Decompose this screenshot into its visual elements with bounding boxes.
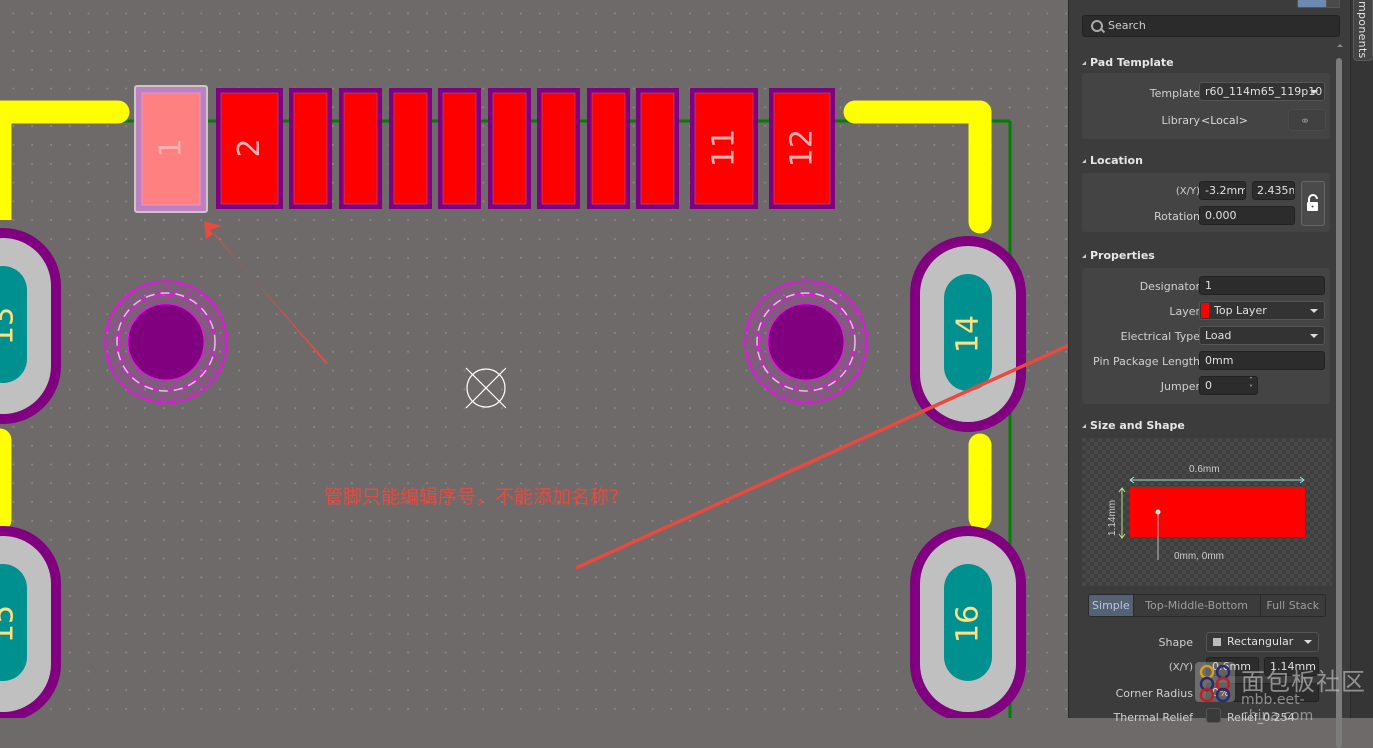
section-pad-template[interactable]: Pad Template <box>1082 56 1174 69</box>
tab-full-stack[interactable]: Full Stack <box>1261 595 1325 616</box>
search-input[interactable]: Search <box>1082 15 1340 37</box>
stack-mode-tabs: Simple Top-Middle-Bottom Full Stack <box>1088 594 1326 617</box>
through-hole-pad[interactable]: 13 <box>0 228 61 424</box>
collapse-triangle-icon <box>1082 254 1086 258</box>
pin-package-length-label: Pin Package Length <box>1093 355 1200 368</box>
layer-select[interactable]: Top Layer <box>1199 301 1325 320</box>
collapse-triangle-icon <box>1082 159 1086 163</box>
tab-top-middle-bottom[interactable]: Top-Middle-Bottom <box>1134 595 1261 616</box>
pad-shape-preview: 0.6mm 1.14mm 0mm, 0mm <box>1082 438 1332 586</box>
smd-pad[interactable] <box>438 88 481 209</box>
electrical-type-select[interactable]: Load <box>1199 326 1325 345</box>
section-properties[interactable]: Properties <box>1082 249 1155 262</box>
properties-body: Designator 1 Layer Top Layer Electrical … <box>1082 268 1330 404</box>
rotation-label: Rotation <box>1153 210 1200 223</box>
pin-package-length-input[interactable]: 0mm <box>1199 351 1325 370</box>
shape-label: Shape <box>1158 636 1193 649</box>
corner-radius-input[interactable]: 0% <box>1206 683 1319 702</box>
preview-height-label: 1.14mm <box>1107 500 1118 536</box>
smd-pad[interactable] <box>339 88 382 209</box>
pad-preview-drawing: 0.6mm 1.14mm 0mm, 0mm <box>1107 464 1305 562</box>
smd-pad-label: 2 <box>232 138 267 157</box>
search-icon <box>1091 20 1103 32</box>
section-size-and-shape[interactable]: Size and Shape <box>1082 419 1185 432</box>
collapse-triangle-icon <box>1082 61 1086 65</box>
size-y-input[interactable]: 1.14mm <box>1264 657 1319 676</box>
origin-marker-icon <box>465 367 507 409</box>
panel-filter-toggle[interactable] <box>1326 0 1340 8</box>
through-hole-pad[interactable]: 16 <box>910 526 1026 718</box>
tab-simple[interactable]: Simple <box>1089 595 1134 616</box>
lock-button[interactable] <box>1301 181 1325 226</box>
spinner-arrows-icon[interactable]: ˄ ˅ <box>1249 377 1253 393</box>
location-x-input[interactable]: -3.2mm <box>1199 181 1246 200</box>
corner-radius-label: Corner Radius <box>1115 687 1193 700</box>
shape-select[interactable]: Rectangular <box>1206 632 1319 652</box>
preview-width-label: 0.6mm <box>1189 464 1220 475</box>
annotation-text: 管脚只能编辑序号，不能添加名称? <box>324 486 620 508</box>
scrollbar-thumb[interactable] <box>1336 58 1342 748</box>
smd-pad[interactable] <box>488 88 531 209</box>
through-hole-pad[interactable]: 14 <box>910 236 1026 432</box>
designator-label: Designator <box>1139 280 1200 293</box>
smd-pad[interactable]: 12 <box>769 88 835 209</box>
smd-pad[interactable] <box>537 88 580 209</box>
size-x-input[interactable]: 0.6mm <box>1206 657 1259 676</box>
thermal-relief-checkbox[interactable] <box>1206 708 1221 723</box>
unlock-icon <box>1307 194 1318 211</box>
through-hole-pad-label: 16 <box>951 605 986 643</box>
smd-pad[interactable] <box>636 88 679 209</box>
smd-pad[interactable]: 11 <box>690 88 758 209</box>
shape-swatch-icon <box>1213 638 1221 646</box>
template-label: Template <box>1149 87 1200 100</box>
location-body: (X/Y) -3.2mm 2.435mm 0.000 Rotation <box>1082 173 1330 232</box>
link-icon: ⚭ <box>1300 114 1311 128</box>
jumper-spinner[interactable]: 0 ˄ ˅ <box>1199 376 1258 395</box>
components-side-tab[interactable]: Components <box>1353 0 1373 61</box>
location-xy-label: (X/Y) <box>1175 186 1200 197</box>
through-hole-pad-label: 13 <box>0 307 21 345</box>
pcb-drawing[interactable]: 1 2 11 12 13 1415 16 <box>0 0 1068 718</box>
layer-label: Layer <box>1169 305 1200 318</box>
section-location[interactable]: Location <box>1082 154 1143 167</box>
search-placeholder: Search <box>1108 19 1146 32</box>
layer-color-swatch <box>1201 303 1209 318</box>
pcb-canvas[interactable]: 1 2 11 12 13 14 15 16 管脚只能编辑序号，不能添加名称? <box>0 0 1068 718</box>
through-hole-pad-label: 14 <box>951 315 986 353</box>
location-y-input[interactable]: 2.435mm <box>1252 181 1295 200</box>
through-hole-pad-label: 15 <box>0 605 21 643</box>
rotation-input[interactable]: 0.000 <box>1199 206 1295 225</box>
mounting-hole-right[interactable] <box>744 280 868 404</box>
collapse-triangle-icon <box>1082 424 1086 428</box>
smd-pad[interactable] <box>587 88 630 209</box>
link-button[interactable]: ⚭ <box>1288 109 1326 131</box>
scroll-up-arrow-icon[interactable] <box>1337 44 1343 47</box>
panel-scrollbar[interactable] <box>1335 40 1345 748</box>
designator-input[interactable]: 1 <box>1199 276 1325 295</box>
electrical-type-label: Electrical Type <box>1120 330 1200 343</box>
template-select[interactable]: r60_114m65_119p10 <box>1199 82 1325 101</box>
library-value: <Local> <box>1201 114 1248 127</box>
pad-template-body: Template r60_114m65_119p10 Library <Loca… <box>1082 73 1330 139</box>
properties-panel: Search Pad Template Template r60_114m65_… <box>1068 0 1351 748</box>
size-xy-label: (X/Y) <box>1168 662 1193 673</box>
library-label: Library <box>1161 114 1200 127</box>
preview-origin-label: 0mm, 0mm <box>1174 551 1224 562</box>
smd-pad[interactable]: 1 <box>134 85 208 213</box>
smd-pad-label: 1 <box>154 138 189 157</box>
through-hole-pad[interactable]: 15 <box>0 526 61 718</box>
side-tab-bar: Components <box>1350 0 1373 718</box>
smd-pad[interactable] <box>289 88 332 209</box>
jumper-label: Jumper <box>1160 380 1200 393</box>
smd-pad-label: 11 <box>707 129 742 167</box>
smd-pad-label: 12 <box>785 129 820 167</box>
smd-pad[interactable]: 2 <box>216 88 283 209</box>
panel-filter-button[interactable] <box>1297 0 1327 8</box>
mounting-hole-left[interactable] <box>104 280 228 404</box>
smd-pad[interactable] <box>389 88 432 209</box>
smd-pads: 1 2 11 12 <box>134 85 835 213</box>
